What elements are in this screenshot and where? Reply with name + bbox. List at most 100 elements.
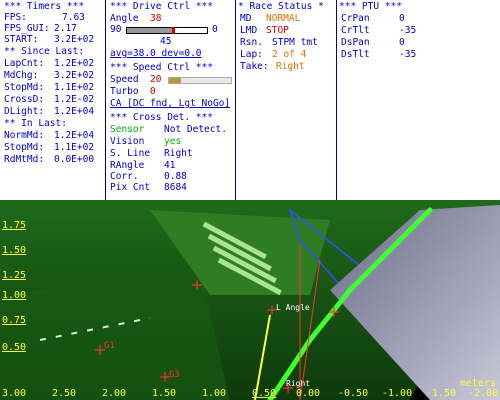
- y-tick-label: 1.50: [2, 245, 27, 256]
- x-tick-label: 3.00: [2, 388, 27, 399]
- x-tick-label: 0.50: [252, 388, 277, 399]
- mdchg-value: 3.2E+02: [54, 70, 95, 81]
- angle-slider-mid: 45: [160, 36, 172, 47]
- dlight-label: DLight:: [4, 106, 45, 117]
- rdmtmd-label: RdMtMd:: [4, 154, 45, 165]
- x-tick-label: -0.50: [338, 388, 369, 399]
- speed-label: Speed: [110, 74, 139, 85]
- marker-g1: G1: [104, 341, 115, 351]
- x-tick-label: 2.00: [102, 388, 127, 399]
- lmd-label: LMD: [240, 25, 258, 36]
- ptu-panel: *** PTU *** CrPan 0 CrTlt -35 DsPan 0 Ds…: [337, 0, 500, 200]
- dspan-value: 0: [399, 37, 405, 48]
- angle-slider-handle[interactable]: [172, 27, 176, 34]
- rsn-label: Rsn.: [240, 37, 263, 48]
- lap-value: 2 of 4: [272, 49, 307, 60]
- cross-det-header: *** Cross Det. ***: [110, 112, 213, 123]
- crpan-label: CrPan: [341, 13, 370, 24]
- marker-right: Right: [286, 379, 310, 388]
- take-value: Right: [276, 61, 305, 72]
- rdmtmd-value: 0.0E+00: [54, 154, 95, 165]
- speed-bar-fill: [169, 78, 182, 83]
- marker-g3: G3: [169, 370, 180, 380]
- fps-value: 7.63: [62, 12, 85, 23]
- sensor-value: Not Detect.: [164, 124, 227, 135]
- in-last-header: ** In Last:: [4, 118, 67, 129]
- vision-value: yes: [164, 136, 182, 147]
- lap-label: Lap:: [240, 49, 263, 60]
- race-status-header: * Race Status *: [238, 1, 324, 12]
- start-value: 3.2E+02: [54, 34, 95, 45]
- since-last-header: ** Since Last:: [4, 46, 85, 57]
- stopmd-label: StopMd:: [4, 82, 45, 93]
- timers-header: *** Timers ***: [4, 1, 85, 12]
- y-tick-label: 1.75: [2, 220, 27, 231]
- x-tick-label: 1.50: [152, 388, 177, 399]
- stopmd2-label: StopMd:: [4, 142, 45, 153]
- fpsgui-value: 2.17: [54, 23, 77, 34]
- y-tick-label: 1.00: [2, 290, 27, 301]
- angle-label: Angle: [110, 13, 139, 24]
- x-tick-label: 2.50: [52, 388, 77, 399]
- x-tick-label: -1.00: [382, 388, 413, 399]
- ptu-header: *** PTU ***: [339, 1, 402, 12]
- lmd-value: STOP: [266, 25, 289, 36]
- turbo-label: Turbo: [110, 86, 139, 97]
- dlight-value: 1.2E+04: [54, 106, 95, 117]
- rsn-value: STPM tmt: [272, 37, 318, 48]
- corr-label: Corr.: [110, 171, 139, 182]
- sline-value: Right: [164, 148, 193, 159]
- md-label: MD: [240, 13, 252, 24]
- dspan-label: DsPan: [341, 37, 370, 48]
- speed-value: 20: [150, 74, 162, 85]
- angle-avg-dev: avg=38.0 dev=0.0: [110, 48, 202, 59]
- sensor-label: Sensor: [110, 124, 145, 135]
- x-tick-label: -2.00: [468, 388, 499, 399]
- timers-panel: *** Timers *** FPS: 7.63 FPS_GUI: 2.17 S…: [0, 0, 105, 200]
- rangle-label: RAngle: [110, 160, 145, 171]
- normmd-value: 1.2E+04: [54, 130, 95, 141]
- speed-ctrl-header: *** Speed Ctrl ***: [110, 62, 213, 73]
- speed-bar: [168, 77, 232, 84]
- y-tick-label: 1.25: [2, 270, 27, 281]
- angle-slider-fill: [127, 28, 174, 33]
- stopmd2-value: 1.1E+02: [54, 142, 95, 153]
- lapcnt-value: 1.2E+02: [54, 58, 95, 69]
- crossd-label: CrossD:: [4, 94, 45, 105]
- start-label: START:: [4, 34, 39, 45]
- stopmd-value: 1.1E+02: [54, 82, 95, 93]
- angle-value: 38: [150, 13, 162, 24]
- dstlt-value: -35: [399, 49, 417, 60]
- y-tick-label: 0.75: [2, 315, 27, 326]
- pix-cnt-label: Pix Cnt: [110, 182, 151, 193]
- ca-status: CA [DC fnd, Lgt NoGo]: [110, 98, 231, 109]
- normmd-label: NormMd:: [4, 130, 45, 141]
- pix-cnt-value: 8684: [164, 182, 187, 193]
- lapcnt-label: LapCnt:: [4, 58, 45, 69]
- rangle-value: 41: [164, 160, 176, 171]
- drive-panel: *** Drive Ctrl *** Angle 38 90 0 45 avg=…: [106, 0, 235, 200]
- x-tick-label: -1.50: [426, 388, 457, 399]
- angle-slider[interactable]: [126, 27, 208, 34]
- crossd-value: 1.2E-02: [54, 94, 95, 105]
- marker-l-angle: L Angle: [276, 303, 310, 312]
- fpsgui-label: FPS_GUI:: [4, 23, 50, 34]
- race-status-panel: * Race Status * MD NORMAL LMD STOP Rsn. …: [236, 0, 336, 200]
- sline-label: S. Line: [110, 148, 151, 159]
- camera-view: G1 G3 L Angle Right 1.75 1.50 1.25 1.00 …: [0, 200, 500, 400]
- crtlt-value: -35: [399, 25, 417, 36]
- take-label: Take:: [240, 61, 269, 72]
- crpan-value: 0: [399, 13, 405, 24]
- md-value: NORMAL: [266, 13, 301, 24]
- x-tick-label: 0.00: [296, 388, 321, 399]
- mdchg-label: MdChg:: [4, 70, 39, 81]
- dstlt-label: DsTlt: [341, 49, 370, 60]
- camera-image: G1 G3 L Angle Right: [0, 200, 500, 400]
- y-tick-label: 0.50: [2, 342, 27, 353]
- angle-slider-min: 90: [110, 24, 122, 35]
- vision-label: Vision: [110, 136, 145, 147]
- fps-label: FPS:: [4, 12, 27, 23]
- angle-slider-max: 0: [212, 24, 218, 35]
- drive-ctrl-header: *** Drive Ctrl ***: [110, 1, 213, 12]
- crtlt-label: CrTlt: [341, 25, 370, 36]
